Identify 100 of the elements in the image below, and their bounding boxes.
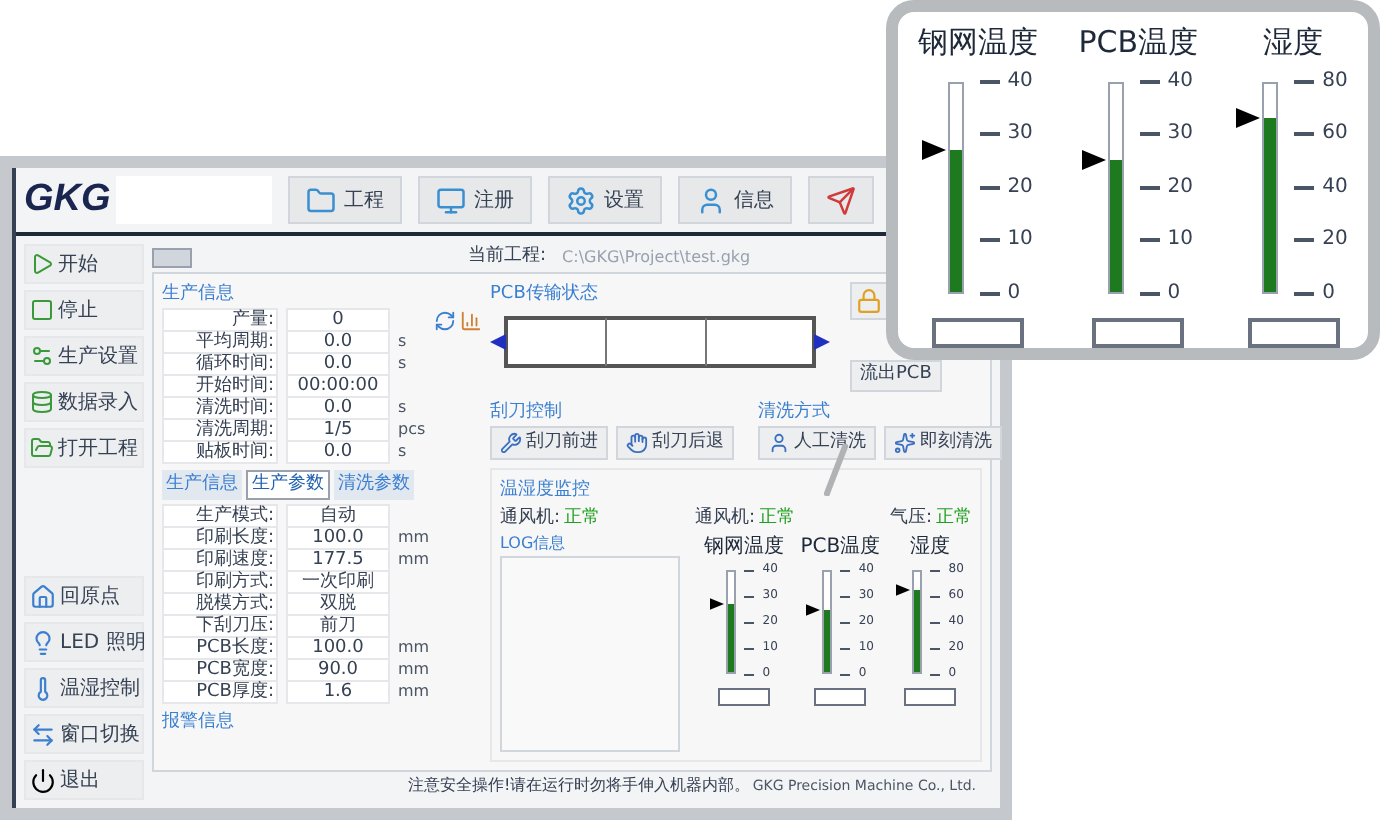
field-label: 下刮刀压:: [162, 613, 278, 637]
status-label: 通风机:: [500, 505, 561, 531]
gauge-label: 湿度: [1263, 22, 1324, 64]
tick-label: 40: [1007, 73, 1033, 89]
value-box: [932, 317, 1025, 348]
sidebar-item[interactable]: 打开工程: [24, 428, 144, 468]
tick-label: 20: [1167, 179, 1193, 195]
eject-button[interactable]: 流出PCB: [850, 360, 942, 391]
sidebar-item[interactable]: 停止: [24, 290, 144, 330]
toolbar-button[interactable]: 注册: [418, 176, 532, 224]
tick-label: 40: [1322, 179, 1348, 195]
field-value: 177.5: [286, 547, 390, 571]
field-value: 0.0: [286, 440, 390, 464]
section-title: 生产信息: [162, 282, 236, 308]
sidebar-item[interactable]: 窗口切换: [24, 714, 144, 754]
unit-label: s: [398, 398, 407, 418]
bar-chart-icon[interactable]: [459, 309, 482, 331]
lock-icon: [856, 288, 882, 314]
field-value: 90.0: [286, 657, 390, 681]
unit-label: mm: [398, 527, 430, 547]
action-button[interactable]: 即刻清洗: [884, 426, 1002, 460]
action-icon: [768, 432, 790, 454]
project-path: C:\GKG\Project\test.gkg: [562, 246, 751, 270]
sidebar-icon: [30, 721, 56, 747]
pointer-icon: [921, 139, 946, 160]
action-icon: [894, 432, 916, 454]
action-icon: [626, 432, 648, 454]
sidebar-icon: [30, 436, 54, 460]
field-value: 前刀: [286, 613, 390, 637]
tick-label: 30: [1007, 126, 1033, 142]
sidebar-item[interactable]: 回原点: [24, 576, 144, 616]
unit-label: mm: [398, 637, 430, 657]
toolbar-icon: [696, 185, 726, 215]
project-label: 当前工程:: [468, 244, 547, 271]
field-label: 平均周期:: [162, 330, 278, 354]
value-box: [904, 688, 957, 706]
sidebar-icon: [30, 583, 56, 609]
field-label: 脱模方式:: [162, 591, 278, 615]
sidebar-item[interactable]: 生产设置: [24, 336, 144, 376]
gauge-label: 湿度: [910, 533, 951, 562]
field-value: 0.0: [286, 330, 390, 354]
section-title: LOG信息: [500, 532, 568, 556]
tick-label: 20: [1322, 232, 1348, 248]
sidebar-icon: [30, 298, 54, 322]
toolbar-button[interactable]: 设置: [548, 176, 662, 224]
sidebar-item[interactable]: 开始: [24, 244, 144, 284]
toolbar-icon: [566, 185, 596, 215]
sidebar-item[interactable]: 退出: [24, 760, 144, 800]
field-label: 印刷长度:: [162, 525, 278, 549]
field-value: 1.6: [286, 679, 390, 703]
field-value: 0.0: [286, 352, 390, 376]
field-value: 双脱: [286, 591, 390, 615]
field-label: 贴板时间:: [162, 440, 278, 464]
sidebar-item[interactable]: 数据录入: [24, 382, 144, 422]
sidebar-item[interactable]: 温湿控制: [24, 668, 144, 708]
unit-label: pcs: [398, 420, 426, 440]
field-value: 100.0: [286, 525, 390, 549]
tick-label: 60: [1322, 126, 1348, 142]
field-value: 一次印刷: [286, 569, 390, 593]
status-value: 正常: [564, 505, 601, 531]
unit-label: mm: [398, 659, 430, 679]
refresh-icon[interactable]: [433, 309, 456, 331]
gauge-label: 钢网温度: [704, 533, 785, 562]
field-label: 产量:: [162, 308, 278, 332]
field-label: 清洗周期:: [162, 418, 278, 442]
lock-button[interactable]: [850, 282, 888, 320]
tick-label: 20: [1007, 179, 1033, 195]
tick-label: 80: [1322, 73, 1348, 89]
field-value: 100.0: [286, 635, 390, 659]
value-box: [1092, 317, 1185, 348]
toolbar-button[interactable]: [808, 176, 874, 224]
status-label: 气压:: [889, 505, 932, 531]
field-label: 循环时间:: [162, 352, 278, 376]
logo: GKG: [24, 175, 108, 224]
toolbar-button[interactable]: 信息: [678, 176, 792, 224]
field-label: PCB长度:: [162, 635, 278, 659]
action-button[interactable]: 刮刀后退: [616, 426, 734, 460]
section-title: 清洗方式: [758, 399, 832, 425]
gauge-label: PCB温度: [1078, 22, 1199, 64]
sidebar-item[interactable]: LED 照明: [24, 622, 144, 662]
pointer-icon: [710, 598, 725, 610]
unit-label: mm: [398, 549, 430, 569]
section-title: 温湿度监控: [500, 478, 592, 504]
unit-label: s: [398, 332, 407, 352]
action-button[interactable]: 刮刀前进: [490, 426, 608, 460]
action-icon: [500, 432, 522, 454]
status-label: 通风机:: [694, 505, 756, 531]
status-value: 正常: [935, 505, 972, 531]
status-value: 正常: [759, 505, 796, 531]
tab-handle[interactable]: [152, 248, 192, 268]
value-box: [1247, 317, 1340, 348]
tick-label: 0: [1007, 285, 1021, 301]
field-label: PCB宽度:: [162, 657, 278, 681]
toolbar-button[interactable]: 工程: [288, 176, 402, 224]
pointer-icon: [1236, 108, 1261, 129]
tab[interactable]: 生产参数: [246, 469, 330, 500]
tick-label: 10: [1007, 232, 1033, 248]
tick-label: 0: [1322, 285, 1336, 301]
unit-label: s: [398, 354, 407, 374]
toolbar-icon: [436, 185, 466, 215]
